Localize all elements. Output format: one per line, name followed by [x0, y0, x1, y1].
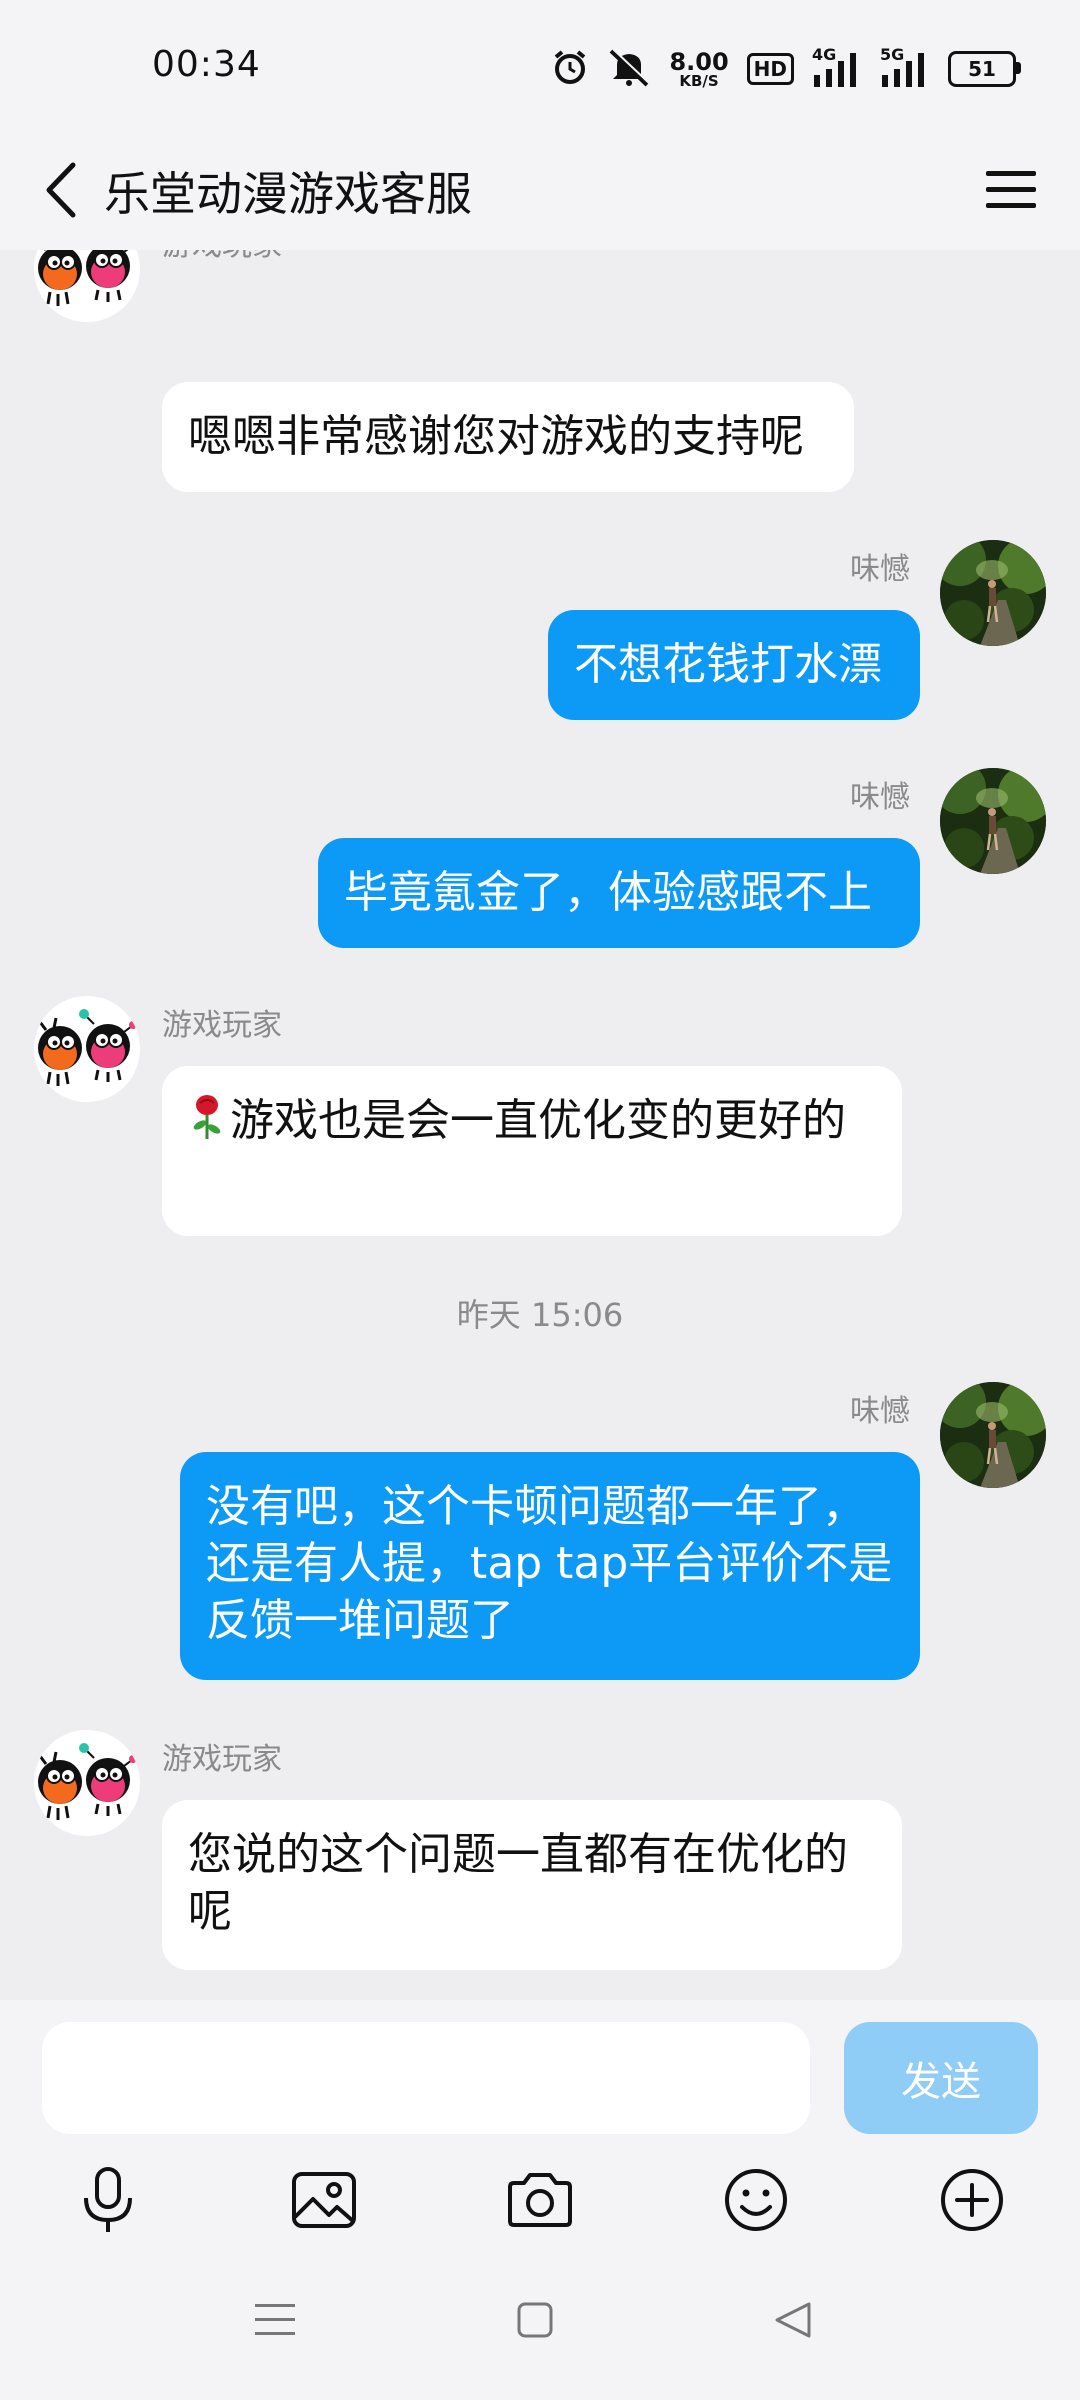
- message-input[interactable]: [42, 2022, 810, 2134]
- alarm-icon: [551, 48, 589, 90]
- status-time: 00:34: [152, 44, 261, 85]
- message-bubble[interactable]: 不想花钱打水漂: [548, 610, 920, 720]
- message-bubble[interactable]: 您说的这个问题一直都有在优化的呢: [162, 1800, 902, 1970]
- message-bubble[interactable]: 没有吧，这个卡顿问题都一年了，还是有人提，tap tap平台评价不是反馈一堆问题…: [180, 1452, 920, 1680]
- recent-apps-icon: [255, 2304, 295, 2335]
- sender-name: 游戏玩家: [162, 1008, 282, 1043]
- camera-icon: [508, 2173, 572, 2227]
- image-icon: [292, 2172, 356, 2228]
- voice-button[interactable]: [68, 2160, 148, 2240]
- signal-5g-icon: 5G: [880, 45, 930, 89]
- emoji-icon: [725, 2169, 787, 2231]
- message-bubble[interactable]: 嗯嗯非常感谢您对游戏的支持呢: [162, 382, 854, 492]
- system-nav-bar: [0, 2250, 1080, 2400]
- sender-name: 味憾: [850, 1394, 910, 1429]
- sender-name: 味憾: [850, 552, 910, 587]
- avatar[interactable]: [34, 996, 140, 1102]
- avatar[interactable]: [34, 250, 140, 322]
- recent-apps-button[interactable]: [230, 2280, 320, 2360]
- message-bubble[interactable]: 游戏也是会一直优化变的更好的: [162, 1066, 902, 1236]
- hd-badge: HD: [746, 53, 794, 85]
- sender-name: 味憾: [850, 780, 910, 815]
- menu-button[interactable]: [976, 152, 1046, 228]
- home-button[interactable]: [490, 2280, 580, 2360]
- more-button[interactable]: [932, 2160, 1012, 2240]
- image-button[interactable]: [284, 2160, 364, 2240]
- net-speed: 8.00 KB/S: [669, 47, 729, 90]
- page-title: 乐堂动漫游戏客服: [104, 167, 472, 221]
- back-icon: [46, 162, 76, 218]
- input-bar: 发送: [0, 2000, 1080, 2250]
- timestamp: 昨天 15:06: [456, 1296, 624, 1334]
- microphone-icon: [84, 2167, 132, 2232]
- chat-header: 乐堂动漫游戏客服: [0, 130, 1080, 250]
- signal-4g-icon: 4G: [812, 45, 862, 89]
- send-button[interactable]: 发送: [844, 2022, 1038, 2134]
- menu-icon: [986, 171, 1036, 208]
- avatar[interactable]: [940, 540, 1046, 646]
- back-triangle-icon: [775, 2302, 811, 2338]
- status-icons: 8.00 KB/S HD 4G 5G 51: [551, 45, 1021, 92]
- avatar[interactable]: [34, 1730, 140, 1836]
- status-bar: 00:34 8.00 KB/S HD 4G 5G 51: [0, 0, 1080, 130]
- message-list[interactable]: 游戏玩家 嗯嗯非常感谢您对游戏的支持呢 味憾 不想花钱打水漂 味憾 毕竟氪金了，…: [0, 250, 1080, 2000]
- rose-icon: [193, 1095, 221, 1139]
- sender-name: 游戏玩家: [162, 250, 282, 264]
- mute-icon: [607, 47, 651, 91]
- avatar[interactable]: [940, 1382, 1046, 1488]
- avatar[interactable]: [940, 768, 1046, 874]
- sender-name: 游戏玩家: [162, 1742, 282, 1777]
- plus-icon: [941, 2169, 1003, 2231]
- emoji-button[interactable]: [716, 2160, 796, 2240]
- home-icon: [517, 2302, 553, 2338]
- back-button[interactable]: [30, 150, 90, 230]
- message-bubble[interactable]: 毕竟氪金了，体验感跟不上: [318, 838, 920, 948]
- camera-button[interactable]: [500, 2160, 580, 2240]
- nav-back-button[interactable]: [748, 2280, 838, 2360]
- battery-icon: 51: [948, 51, 1021, 87]
